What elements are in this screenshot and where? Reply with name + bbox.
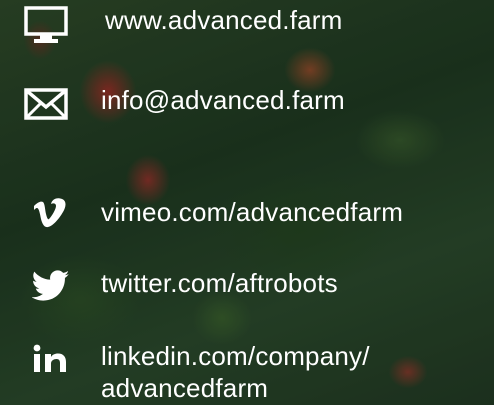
email-link[interactable]: info@advanced.farm	[101, 84, 345, 116]
vimeo-icon	[34, 198, 66, 228]
twitter-icon	[32, 270, 70, 301]
website-link[interactable]: www.advanced.farm	[105, 4, 343, 36]
twitter-link[interactable]: twitter.com/aftrobots	[101, 267, 338, 299]
envelope-icon	[24, 88, 68, 120]
monitor-icon	[24, 6, 68, 43]
linkedin-link-line2: advancedfarm	[101, 373, 269, 403]
linkedin-icon	[33, 344, 66, 372]
linkedin-link[interactable]: linkedin.com/company/ advancedfarm	[101, 340, 481, 404]
linkedin-link-line1: linkedin.com/company/	[101, 341, 370, 371]
vimeo-link[interactable]: vimeo.com/advancedfarm	[101, 196, 403, 228]
